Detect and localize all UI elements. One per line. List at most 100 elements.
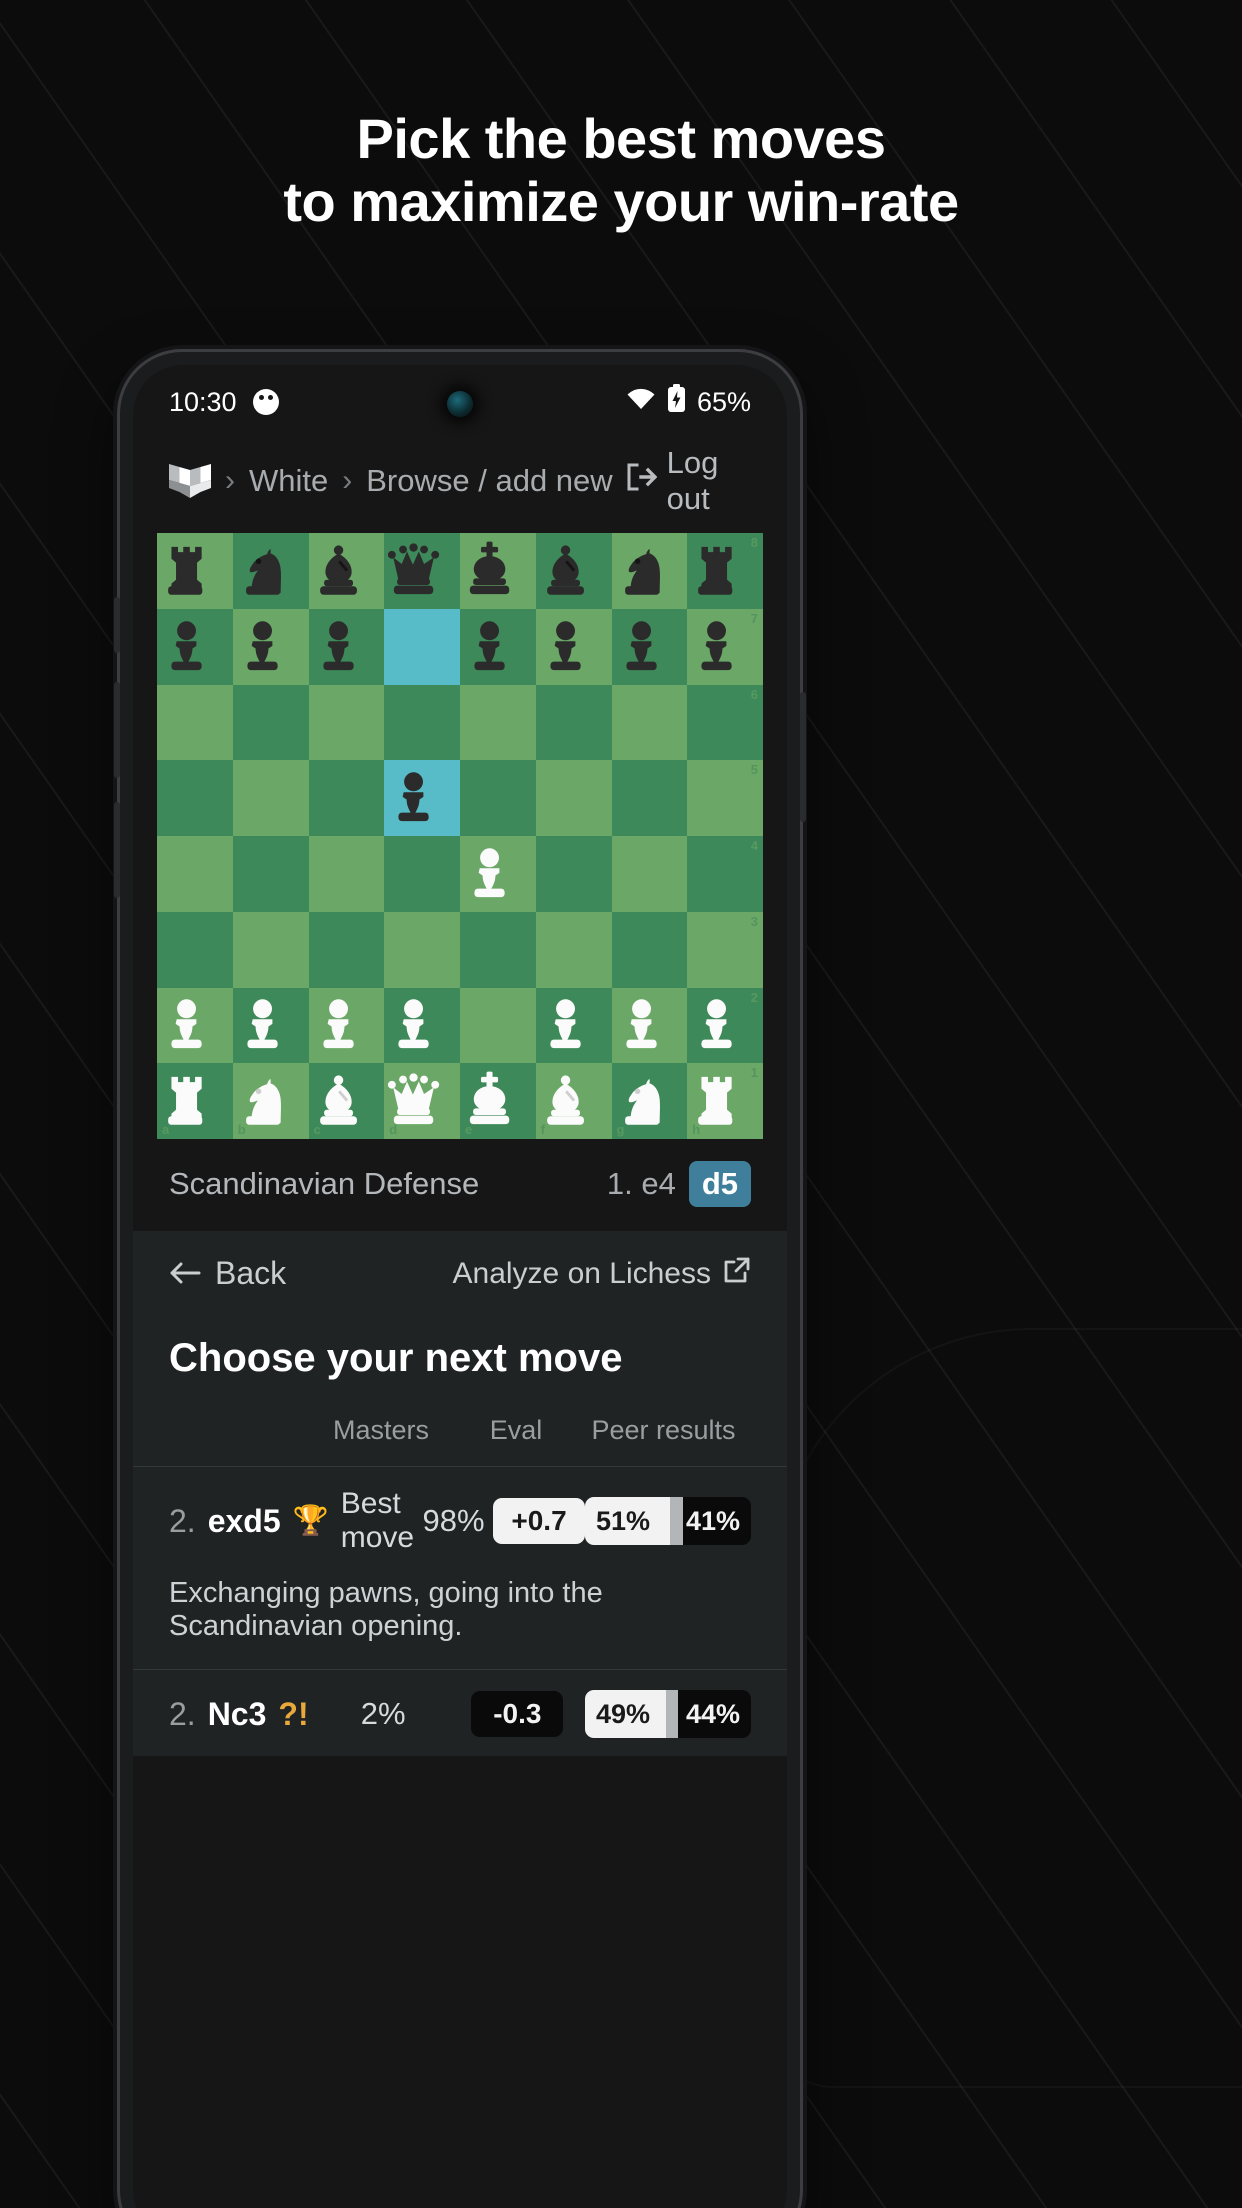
piece-white-pawn-b2[interactable]: [233, 993, 309, 1057]
chessbook-logo-icon[interactable]: [169, 464, 211, 498]
board-square-g3[interactable]: [611, 911, 688, 988]
back-button[interactable]: Back: [169, 1255, 286, 1292]
board-square-a1[interactable]: a: [157, 1063, 233, 1139]
chessboard[interactable]: 8765432 abcdefg1h: [157, 533, 763, 1139]
board-square-e5[interactable]: [460, 760, 536, 836]
analyze-on-lichess-button[interactable]: Analyze on Lichess: [453, 1256, 752, 1292]
board-square-h1[interactable]: 1h: [687, 1063, 763, 1139]
board-square-e6[interactable]: [460, 684, 536, 761]
board-square-h8[interactable]: 8: [687, 533, 763, 609]
piece-white-pawn-d2[interactable]: [384, 993, 460, 1057]
piece-black-queen-d8[interactable]: [384, 539, 460, 603]
current-move-badge[interactable]: d5: [688, 1161, 751, 1207]
board-square-g1[interactable]: g: [611, 1063, 688, 1139]
board-square-d5[interactable]: [384, 760, 460, 836]
piece-black-king-e8[interactable]: [460, 539, 536, 603]
piece-black-pawn-c7[interactable]: [309, 615, 385, 679]
piece-black-knight-b8[interactable]: [233, 539, 309, 603]
board-square-f2[interactable]: [535, 987, 612, 1064]
board-square-c4[interactable]: [308, 836, 385, 912]
board-square-h6[interactable]: 6: [687, 684, 763, 761]
piece-white-pawn-a2[interactable]: [157, 993, 233, 1057]
board-square-e2[interactable]: [460, 987, 536, 1064]
piece-black-pawn-e7[interactable]: [460, 615, 536, 679]
previous-move[interactable]: 1. e4: [607, 1166, 676, 1202]
board-square-c8[interactable]: [308, 533, 385, 609]
board-square-a3[interactable]: [157, 911, 233, 988]
board-square-d2[interactable]: [384, 987, 460, 1064]
board-square-f4[interactable]: [535, 836, 612, 912]
piece-black-bishop-c8[interactable]: [309, 539, 385, 603]
piece-white-pawn-e4[interactable]: [460, 842, 536, 906]
board-square-c5[interactable]: [308, 760, 385, 836]
board-square-c3[interactable]: [308, 911, 385, 988]
move-row[interactable]: 2. Nc3 ?! 2% -0.3 49% 44%: [133, 1670, 787, 1756]
board-square-e1[interactable]: e: [460, 1063, 536, 1139]
board-square-e4[interactable]: [460, 836, 536, 912]
breadcrumb-item-section[interactable]: Browse / add new: [366, 463, 612, 499]
board-square-g8[interactable]: [611, 533, 688, 609]
board-square-g2[interactable]: [611, 987, 688, 1064]
board-square-g5[interactable]: [611, 760, 688, 836]
board-square-b2[interactable]: [232, 987, 309, 1064]
board-square-h2[interactable]: 2: [687, 987, 763, 1064]
logout-button[interactable]: Log out: [627, 445, 751, 517]
board-square-c2[interactable]: [308, 987, 385, 1064]
move-row[interactable]: 2. exd5 🏆 Best move 98% +0.7 51% 41%: [133, 1467, 787, 1573]
board-square-a2[interactable]: [157, 987, 233, 1064]
board-square-e3[interactable]: [460, 911, 536, 988]
board-square-b4[interactable]: [232, 836, 309, 912]
board-square-f1[interactable]: f: [535, 1063, 612, 1139]
board-square-h4[interactable]: 4: [687, 836, 763, 912]
board-square-f3[interactable]: [535, 911, 612, 988]
board-square-b5[interactable]: [232, 760, 309, 836]
piece-black-pawn-d5[interactable]: [384, 766, 460, 830]
piece-black-bishop-f8[interactable]: [536, 539, 612, 603]
board-square-b8[interactable]: [232, 533, 309, 609]
piece-black-pawn-a7[interactable]: [157, 615, 233, 679]
board-square-b7[interactable]: [232, 608, 309, 685]
board-square-d8[interactable]: [384, 533, 460, 609]
board-square-d1[interactable]: d: [384, 1063, 460, 1139]
board-square-g6[interactable]: [611, 684, 688, 761]
board-square-h3[interactable]: 3: [687, 911, 763, 988]
board-square-b6[interactable]: [232, 684, 309, 761]
piece-black-rook-a8[interactable]: [157, 539, 233, 603]
board-square-f6[interactable]: [535, 684, 612, 761]
board-square-a8[interactable]: [157, 533, 233, 609]
piece-black-pawn-b7[interactable]: [233, 615, 309, 679]
board-square-d7[interactable]: [384, 608, 460, 685]
board-square-d4[interactable]: [384, 836, 460, 912]
board-square-a6[interactable]: [157, 684, 233, 761]
board-square-f8[interactable]: [535, 533, 612, 609]
piece-black-pawn-g7[interactable]: [612, 615, 688, 679]
piece-white-pawn-g2[interactable]: [612, 993, 688, 1057]
board-square-g4[interactable]: [611, 836, 688, 912]
board-square-c6[interactable]: [308, 684, 385, 761]
board-square-d6[interactable]: [384, 684, 460, 761]
breadcrumb-item-color[interactable]: White: [249, 463, 328, 499]
page-title: Pick the best moves to maximize your win…: [0, 107, 1242, 233]
board-square-c1[interactable]: c: [308, 1063, 385, 1139]
board-square-a4[interactable]: [157, 836, 233, 912]
board-square-a5[interactable]: [157, 760, 233, 836]
piece-white-pawn-c2[interactable]: [309, 993, 385, 1057]
board-square-b1[interactable]: b: [232, 1063, 309, 1139]
piece-black-pawn-f7[interactable]: [536, 615, 612, 679]
board-square-a7[interactable]: [157, 608, 233, 685]
piece-white-pawn-f2[interactable]: [536, 993, 612, 1057]
board-square-b3[interactable]: [232, 911, 309, 988]
board-square-d3[interactable]: [384, 911, 460, 988]
board-square-c7[interactable]: [308, 608, 385, 685]
board-square-e8[interactable]: [460, 533, 536, 609]
piece-black-knight-g8[interactable]: [612, 539, 688, 603]
status-bar-clock: 10:30: [169, 386, 237, 417]
board-square-g7[interactable]: [611, 608, 688, 685]
board-square-f7[interactable]: [535, 608, 612, 685]
board-square-e7[interactable]: [460, 608, 536, 685]
board-square-f5[interactable]: [535, 760, 612, 836]
piece-white-bishop-f1[interactable]: [536, 1069, 612, 1133]
panel-title: Choose your next move: [169, 1336, 623, 1380]
board-square-h5[interactable]: 5: [687, 760, 763, 836]
board-square-h7[interactable]: 7: [687, 608, 763, 685]
